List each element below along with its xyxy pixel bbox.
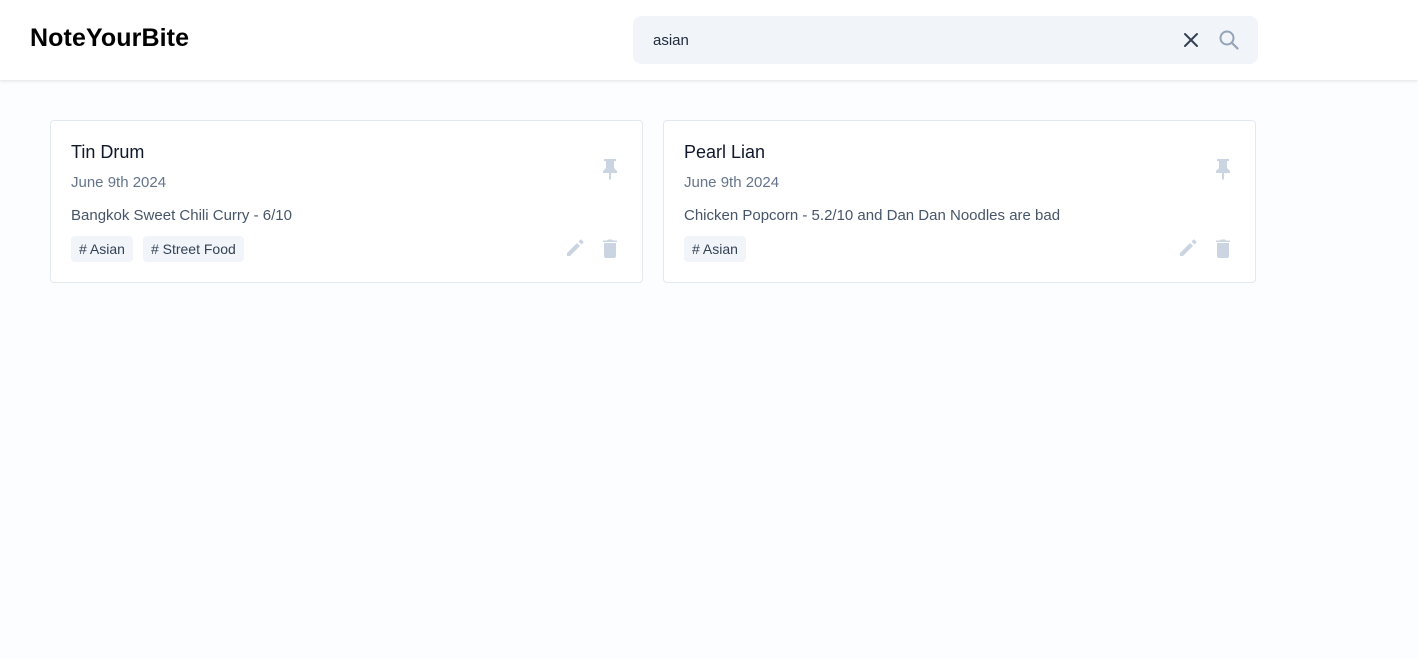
pencil-icon[interactable]: [564, 237, 586, 259]
note-title: Tin Drum: [71, 142, 145, 162]
note-date: June 9th 2024: [71, 174, 167, 191]
search-icon[interactable]: [1218, 29, 1240, 51]
trash-icon[interactable]: [1212, 237, 1234, 259]
pin-icon[interactable]: [1212, 157, 1234, 181]
app-logo[interactable]: NoteYourBite: [30, 24, 189, 53]
note-title: Pearl Lian: [684, 142, 766, 162]
note-content: Chicken Popcorn - 5.2/10 and Dan Dan Noo…: [684, 207, 1061, 224]
note-card[interactable]: Pearl Lian June 9th 2024 Chicken Popcorn…: [663, 120, 1256, 283]
tag[interactable]: # Asian: [71, 236, 133, 262]
note-date: June 9th 2024: [684, 174, 780, 191]
navbar: NoteYourBite: [0, 0, 1418, 80]
note-tags: # Asian # Street Food: [71, 236, 244, 262]
search-bar: [633, 16, 1258, 64]
search-input[interactable]: [653, 28, 1153, 52]
tag[interactable]: # Asian: [684, 236, 746, 262]
pin-icon[interactable]: [599, 157, 621, 181]
close-icon[interactable]: [1181, 30, 1201, 50]
note-content: Bangkok Sweet Chili Curry - 6/10: [71, 207, 292, 224]
tag[interactable]: # Street Food: [142, 236, 244, 262]
pencil-icon[interactable]: [1177, 237, 1199, 259]
note-card[interactable]: Tin Drum June 9th 2024 Bangkok Sweet Chi…: [50, 120, 643, 283]
trash-icon[interactable]: [599, 237, 621, 259]
note-tags: # Asian: [684, 236, 746, 262]
